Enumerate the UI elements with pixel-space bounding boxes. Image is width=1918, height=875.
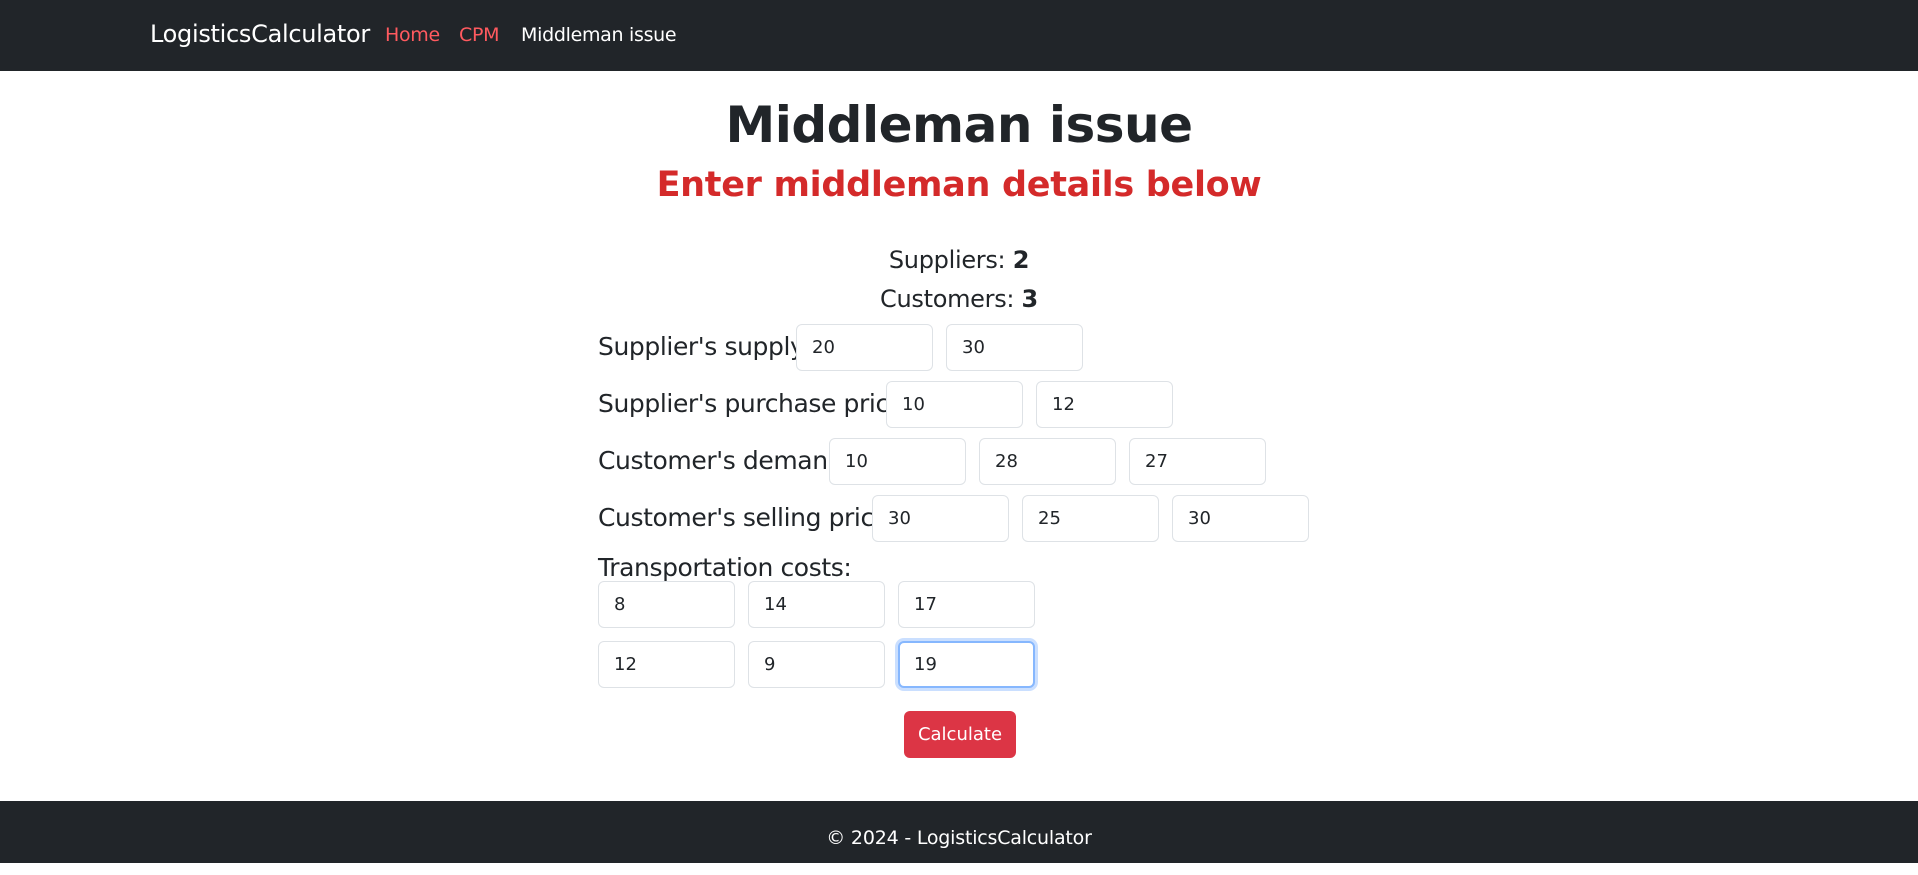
supplier-purchase-price-input-2[interactable] xyxy=(1036,381,1173,428)
navbar: LogisticsCalculator Home CPM Middleman i… xyxy=(0,0,1918,71)
customers-count: Customers: 3 xyxy=(0,285,1918,313)
customer-demand-input-1[interactable] xyxy=(829,438,966,485)
suppliers-count-value: 2 xyxy=(1012,246,1030,274)
transport-cost-input-r1c2[interactable] xyxy=(748,581,885,628)
page-subtitle: Enter middleman details below xyxy=(656,165,1262,205)
supplier-purchase-price-input-1[interactable] xyxy=(886,381,1023,428)
calculate-button[interactable]: Calculate xyxy=(904,711,1016,758)
transportation-costs-label: Transportation costs: xyxy=(598,553,852,582)
brand-link[interactable]: LogisticsCalculator xyxy=(150,20,370,48)
transport-cost-input-r2c3[interactable] xyxy=(898,641,1035,688)
nav-link-cpm[interactable]: CPM xyxy=(459,24,500,46)
supplier-supply-input-1[interactable] xyxy=(796,324,933,371)
customer-demand-input-2[interactable] xyxy=(979,438,1116,485)
nav-link-home[interactable]: Home xyxy=(385,24,440,46)
transport-cost-input-r2c2[interactable] xyxy=(748,641,885,688)
footer-copyright: © 2024 - LogisticsCalculator xyxy=(826,827,1092,849)
footer: © 2024 - LogisticsCalculator xyxy=(0,801,1918,863)
customers-count-value: 3 xyxy=(1021,285,1039,313)
customer-demand-label: Customer's demand: xyxy=(598,446,852,475)
customer-selling-price-input-1[interactable] xyxy=(872,495,1009,542)
suppliers-count-label: Suppliers: xyxy=(888,246,1006,274)
supplier-purchase-price-label: Supplier's purchase price: xyxy=(598,389,912,418)
customer-selling-price-input-2[interactable] xyxy=(1022,495,1159,542)
supplier-supply-input-2[interactable] xyxy=(946,324,1083,371)
customers-count-label: Customers: xyxy=(880,285,1015,313)
nav-link-middleman-issue[interactable]: Middleman issue xyxy=(521,24,677,46)
customer-demand-input-3[interactable] xyxy=(1129,438,1266,485)
supplier-supply-label: Supplier's supply: xyxy=(598,332,811,361)
customer-selling-price-input-3[interactable] xyxy=(1172,495,1309,542)
transport-cost-input-r2c1[interactable] xyxy=(598,641,735,688)
suppliers-count: Suppliers: 2 xyxy=(0,246,1918,274)
transport-cost-input-r1c3[interactable] xyxy=(898,581,1035,628)
transport-cost-input-r1c1[interactable] xyxy=(598,581,735,628)
page-title: Middleman issue xyxy=(725,96,1193,154)
customer-selling-price-label: Customer's selling price: xyxy=(598,503,897,532)
